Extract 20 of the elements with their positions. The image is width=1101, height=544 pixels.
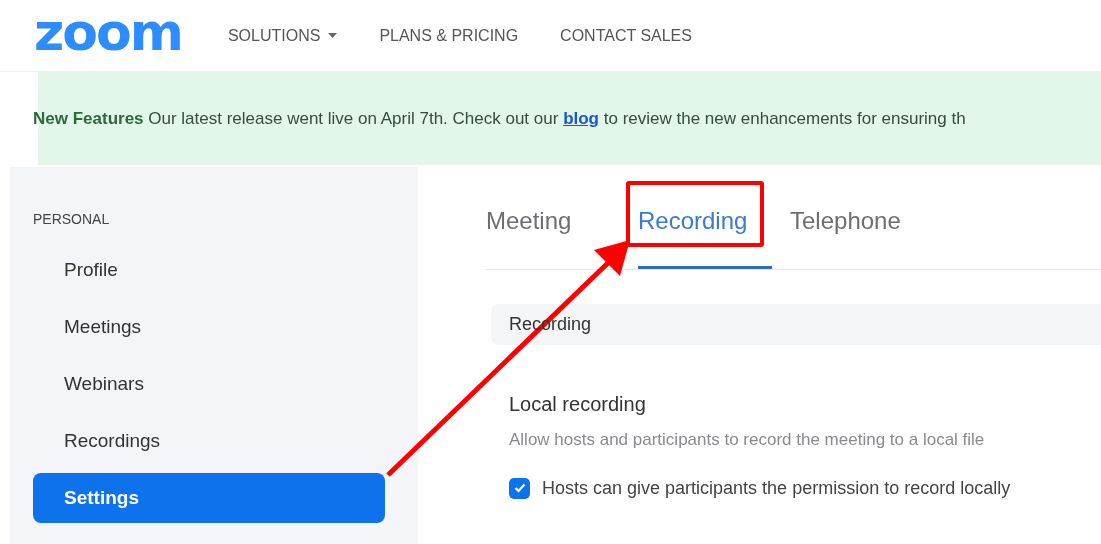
- blog-link[interactable]: blog: [563, 108, 599, 128]
- tab[interactable]: Recording: [638, 208, 772, 269]
- nav-link[interactable]: SOLUTIONS: [227, 23, 338, 48]
- option-label: Hosts can give participants the permission to record locally: [542, 476, 1011, 500]
- nav-link[interactable]: CONTACT SALES: [560, 23, 692, 48]
- tab[interactable]: Meeting: [486, 208, 620, 269]
- sidebar-item[interactable]: Recordings: [33, 416, 385, 466]
- section-heading: PERSONAL: [33, 210, 111, 227]
- sidebar-item[interactable]: Settings: [33, 473, 385, 523]
- setting-description: Allow hosts and participants to record the meeting to a local file: [509, 429, 986, 451]
- tab[interactable]: Telephone: [790, 208, 924, 269]
- checkbox[interactable]: [509, 477, 530, 499]
- nav-link[interactable]: PLANS & PRICING: [379, 23, 519, 48]
- sidebar-item[interactable]: Webinars: [33, 359, 385, 409]
- announcement-text: New Features Our latest release went live on April 7th. Check out our blog to review the new enhancements for ensuring th: [33, 107, 966, 130]
- setting-title: Local recording: [509, 392, 647, 417]
- caret-icon: [328, 33, 338, 38]
- checkmark-icon: [513, 483, 526, 493]
- sidebar-item[interactable]: Meetings: [33, 302, 385, 352]
- sidebar-item[interactable]: Profile: [33, 245, 385, 295]
